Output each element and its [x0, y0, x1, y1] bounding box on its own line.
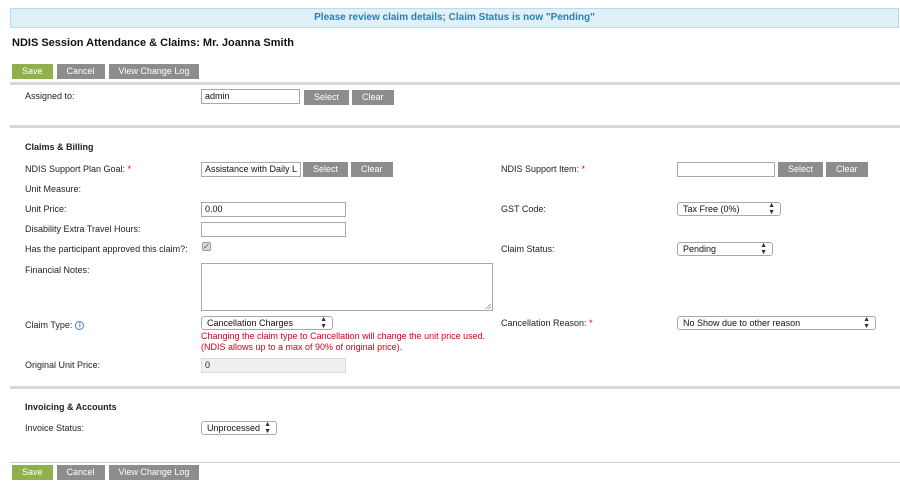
- claims-billing-heading: Claims & Billing: [25, 142, 94, 152]
- invoice-status-value: Unprocessed: [207, 423, 261, 433]
- claim-type-label: Claim Type: i: [25, 320, 85, 331]
- financial-notes-textarea[interactable]: [201, 263, 493, 311]
- claim-type-select[interactable]: Cancellation Charges ▲ ▼: [201, 316, 333, 330]
- support-item-actions: Select Clear: [778, 162, 868, 177]
- claim-status-value: Pending: [683, 244, 717, 254]
- financial-notes-label: Financial Notes:: [25, 265, 90, 275]
- cancellation-reason-label: Cancellation Reason: *: [501, 318, 593, 328]
- invoice-status-select[interactable]: Unprocessed ▲ ▼: [201, 421, 277, 435]
- view-change-log-button[interactable]: View Change Log: [108, 465, 200, 480]
- cancellation-reason-select[interactable]: No Show due to other reason ▲ ▼: [677, 316, 876, 330]
- cancel-button[interactable]: Cancel: [56, 465, 105, 480]
- select-arrows-icon: ▲ ▼: [768, 202, 775, 216]
- check-icon: ✓: [203, 242, 210, 251]
- resize-grip-icon[interactable]: [485, 303, 491, 309]
- page-title: NDIS Session Attendance & Claims: Mr. Jo…: [12, 37, 294, 49]
- approved-checkbox[interactable]: ✓: [202, 242, 211, 251]
- top-toolbar: Save Cancel View Change Log: [12, 64, 200, 79]
- unit-price-input[interactable]: 0.00: [201, 202, 346, 217]
- save-button[interactable]: Save: [12, 64, 53, 79]
- gst-code-value: Tax Free (0%): [683, 204, 740, 214]
- view-change-log-button[interactable]: View Change Log: [108, 64, 200, 79]
- select-arrows-icon: ▲ ▼: [760, 242, 767, 256]
- goal-select-button[interactable]: Select: [303, 162, 349, 177]
- support-item-clear-button[interactable]: Clear: [826, 162, 868, 177]
- goal-actions: Select Clear: [303, 162, 393, 177]
- support-item-select-button[interactable]: Select: [778, 162, 824, 177]
- invoicing-heading: Invoicing & Accounts: [25, 402, 117, 412]
- section-divider: [10, 82, 900, 85]
- section-divider: [10, 386, 900, 389]
- assigned-to-input[interactable]: admin: [201, 89, 300, 104]
- gst-code-select[interactable]: Tax Free (0%) ▲ ▼: [677, 202, 781, 216]
- unit-measure-label: Unit Measure:: [25, 184, 82, 194]
- info-icon[interactable]: i: [75, 321, 85, 331]
- assigned-clear-button[interactable]: Clear: [352, 90, 394, 105]
- travel-hours-label: Disability Extra Travel Hours:: [25, 224, 141, 234]
- unit-price-label: Unit Price:: [25, 204, 67, 214]
- claim-type-warning: Changing the claim type to Cancellation …: [201, 331, 486, 352]
- support-plan-goal-label: NDIS Support Plan Goal: *: [25, 164, 132, 174]
- select-arrows-icon: ▲ ▼: [264, 421, 271, 435]
- select-arrows-icon: ▲ ▼: [320, 316, 327, 330]
- claim-status-label: Claim Status:: [501, 244, 555, 254]
- required-mark: *: [581, 164, 586, 174]
- support-item-input[interactable]: [677, 162, 775, 177]
- required-mark: *: [127, 164, 132, 174]
- select-arrows-icon: ▲ ▼: [863, 316, 870, 330]
- gst-code-label: GST Code:: [501, 204, 546, 214]
- support-item-label: NDIS Support Item: *: [501, 164, 586, 174]
- invoice-status-label: Invoice Status:: [25, 423, 85, 433]
- required-mark: *: [589, 318, 593, 328]
- goal-clear-button[interactable]: Clear: [351, 162, 393, 177]
- bottom-toolbar: Save Cancel View Change Log: [12, 465, 200, 480]
- assigned-actions: Select Clear: [304, 90, 394, 105]
- assigned-to-label: Assigned to:: [25, 91, 75, 101]
- claim-type-value: Cancellation Charges: [207, 318, 294, 328]
- section-divider: [10, 462, 900, 463]
- save-button[interactable]: Save: [12, 465, 53, 480]
- cancel-button[interactable]: Cancel: [56, 64, 105, 79]
- support-plan-goal-input[interactable]: Assistance with Daily L: [201, 162, 301, 177]
- original-unit-price-label: Original Unit Price:: [25, 360, 101, 370]
- status-banner: Please review claim details; Claim Statu…: [10, 8, 899, 28]
- original-unit-price-input: 0: [201, 358, 346, 373]
- section-divider: [10, 125, 900, 128]
- claim-status-select[interactable]: Pending ▲ ▼: [677, 242, 773, 256]
- approved-label: Has the participant approved this claim?…: [25, 244, 188, 254]
- cancellation-reason-value: No Show due to other reason: [683, 318, 801, 328]
- travel-hours-input[interactable]: [201, 222, 346, 237]
- assigned-select-button[interactable]: Select: [304, 90, 350, 105]
